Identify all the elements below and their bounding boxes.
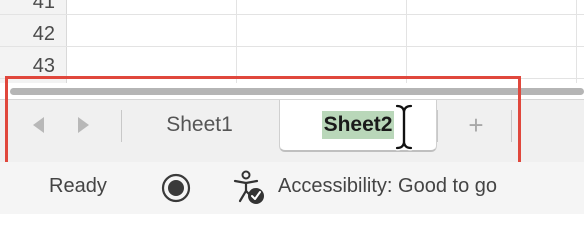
- table-row[interactable]: 41: [0, 0, 584, 15]
- next-sheet-button[interactable]: [68, 110, 98, 140]
- tab-divider: [511, 110, 512, 142]
- add-sheet-button[interactable]: +: [458, 110, 494, 140]
- text-cursor-icon: [394, 103, 414, 151]
- row-number[interactable]: 43: [0, 54, 55, 78]
- tab-divider: [437, 110, 438, 142]
- record-macro-icon: [161, 173, 191, 203]
- status-ready-text: Ready: [49, 175, 107, 197]
- accessibility-icon: [233, 170, 264, 204]
- accessibility-status-text[interactable]: Accessibility: Good to go: [278, 175, 497, 198]
- row-number[interactable]: 42: [0, 22, 55, 46]
- table-row[interactable]: 42: [0, 22, 584, 47]
- horizontal-scrollbar[interactable]: [0, 83, 584, 99]
- chevron-left-icon: [33, 117, 44, 133]
- prev-sheet-button[interactable]: [24, 110, 54, 140]
- chevron-right-icon: [78, 117, 89, 133]
- status-bar: Ready Accessibility: Good to go: [0, 162, 584, 214]
- tab-label: Sheet1: [166, 113, 233, 136]
- sheet-tab-bar: Sheet1 Sheet2 +: [0, 99, 584, 162]
- table-row[interactable]: 43: [0, 54, 584, 79]
- plus-icon: +: [468, 109, 484, 140]
- horizontal-scroll-thumb[interactable]: [10, 88, 584, 95]
- accessibility-check-button[interactable]: [232, 170, 266, 211]
- spreadsheet-grid[interactable]: 41 42 43: [0, 0, 584, 83]
- row-number[interactable]: 41: [0, 0, 55, 14]
- macro-record-button[interactable]: [160, 172, 192, 209]
- tab-sheet1[interactable]: Sheet1: [122, 100, 277, 150]
- tab-label-editing[interactable]: Sheet2: [321, 111, 395, 139]
